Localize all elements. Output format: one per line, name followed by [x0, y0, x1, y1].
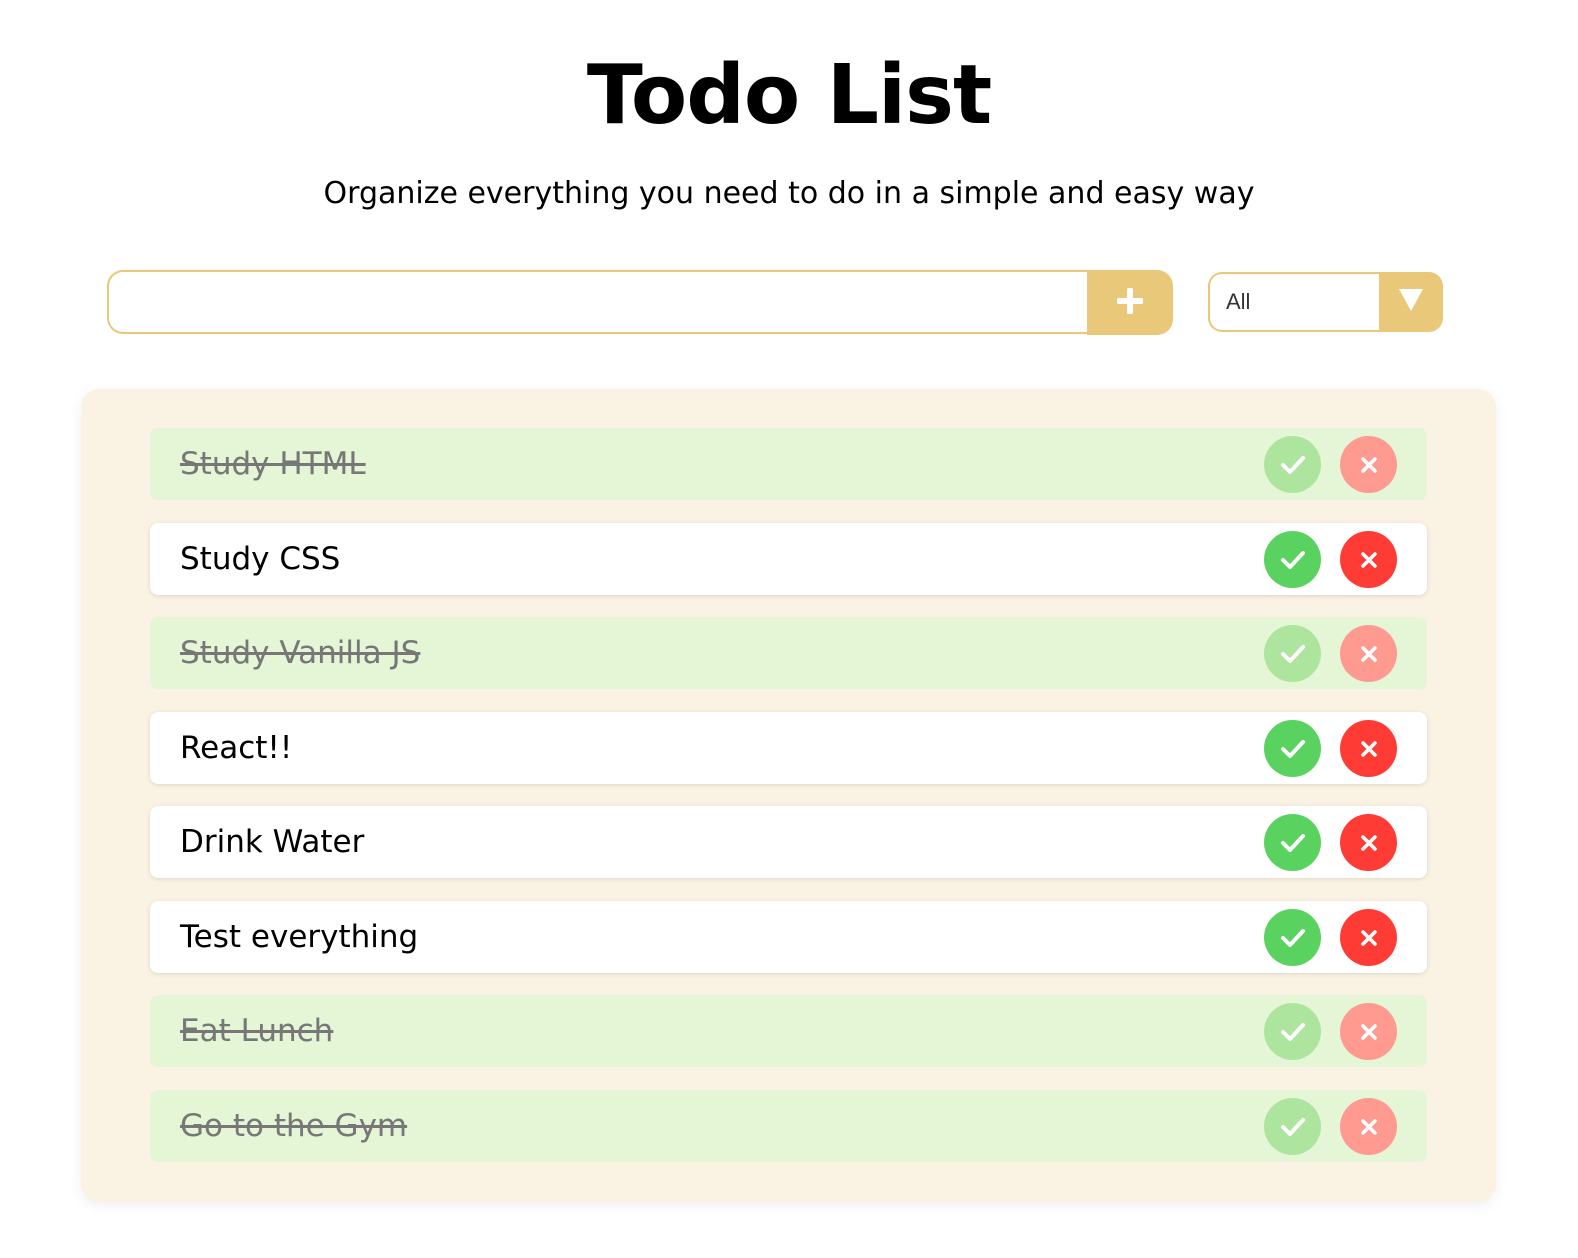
todo-text: Study HTML	[180, 446, 366, 482]
todo-item: Study CSS	[150, 523, 1427, 595]
complete-button[interactable]	[1264, 1098, 1321, 1155]
todo-text: React!!	[180, 730, 293, 766]
complete-button[interactable]	[1264, 531, 1321, 588]
todo-input[interactable]	[107, 270, 1087, 334]
delete-button[interactable]	[1340, 1098, 1397, 1155]
page-title: Todo List	[586, 48, 992, 143]
todo-text: Test everything	[180, 919, 419, 955]
delete-button[interactable]	[1340, 720, 1397, 777]
close-icon	[1360, 1118, 1378, 1136]
delete-button[interactable]	[1340, 436, 1397, 493]
close-icon	[1360, 1023, 1378, 1041]
check-icon	[1280, 1022, 1306, 1042]
delete-button[interactable]	[1340, 1003, 1397, 1060]
todo-item: React!!	[150, 712, 1427, 784]
todo-text: Eat Lunch	[180, 1013, 334, 1049]
filter-select[interactable]: All	[1208, 272, 1443, 332]
todo-item: Go to the Gym	[150, 1090, 1427, 1162]
complete-button[interactable]	[1264, 436, 1321, 493]
check-icon	[1280, 833, 1306, 853]
todo-app: Todo List Organize everything you need t…	[0, 0, 1578, 1258]
complete-button[interactable]	[1264, 625, 1321, 682]
todo-item: Study HTML	[150, 428, 1427, 500]
add-todo-form	[107, 270, 1173, 335]
close-icon	[1360, 929, 1378, 947]
add-todo-button[interactable]	[1087, 270, 1173, 335]
complete-button[interactable]	[1264, 1003, 1321, 1060]
close-icon	[1360, 645, 1378, 663]
complete-button[interactable]	[1264, 814, 1321, 871]
check-icon	[1280, 644, 1306, 664]
todo-text: Study Vanilla JS	[180, 635, 421, 671]
check-icon	[1280, 1117, 1306, 1137]
plus-icon	[1115, 286, 1145, 320]
todo-text: Study CSS	[180, 541, 341, 577]
todo-item: Eat Lunch	[150, 995, 1427, 1067]
delete-button[interactable]	[1340, 625, 1397, 682]
todo-list: Study HTML Study CSS Study Vanilla JS React…	[81, 389, 1496, 1202]
check-icon	[1280, 928, 1306, 948]
check-icon	[1280, 455, 1306, 475]
filter-dropdown-button[interactable]	[1379, 272, 1443, 332]
close-icon	[1360, 740, 1378, 758]
check-icon	[1280, 739, 1306, 759]
todo-item: Test everything	[150, 901, 1427, 973]
page-subtitle: Organize everything you need to do in a …	[323, 176, 1255, 211]
triangle-down-icon	[1398, 288, 1424, 316]
close-icon	[1360, 456, 1378, 474]
delete-button[interactable]	[1340, 909, 1397, 966]
todo-item: Study Vanilla JS	[150, 617, 1427, 689]
delete-button[interactable]	[1340, 531, 1397, 588]
filter-selected-value[interactable]: All	[1208, 272, 1379, 332]
check-icon	[1280, 550, 1306, 570]
complete-button[interactable]	[1264, 909, 1321, 966]
close-icon	[1360, 551, 1378, 569]
todo-item: Drink Water	[150, 806, 1427, 878]
todo-text: Drink Water	[180, 824, 365, 860]
close-icon	[1360, 834, 1378, 852]
delete-button[interactable]	[1340, 814, 1397, 871]
todo-text: Go to the Gym	[180, 1108, 408, 1144]
complete-button[interactable]	[1264, 720, 1321, 777]
